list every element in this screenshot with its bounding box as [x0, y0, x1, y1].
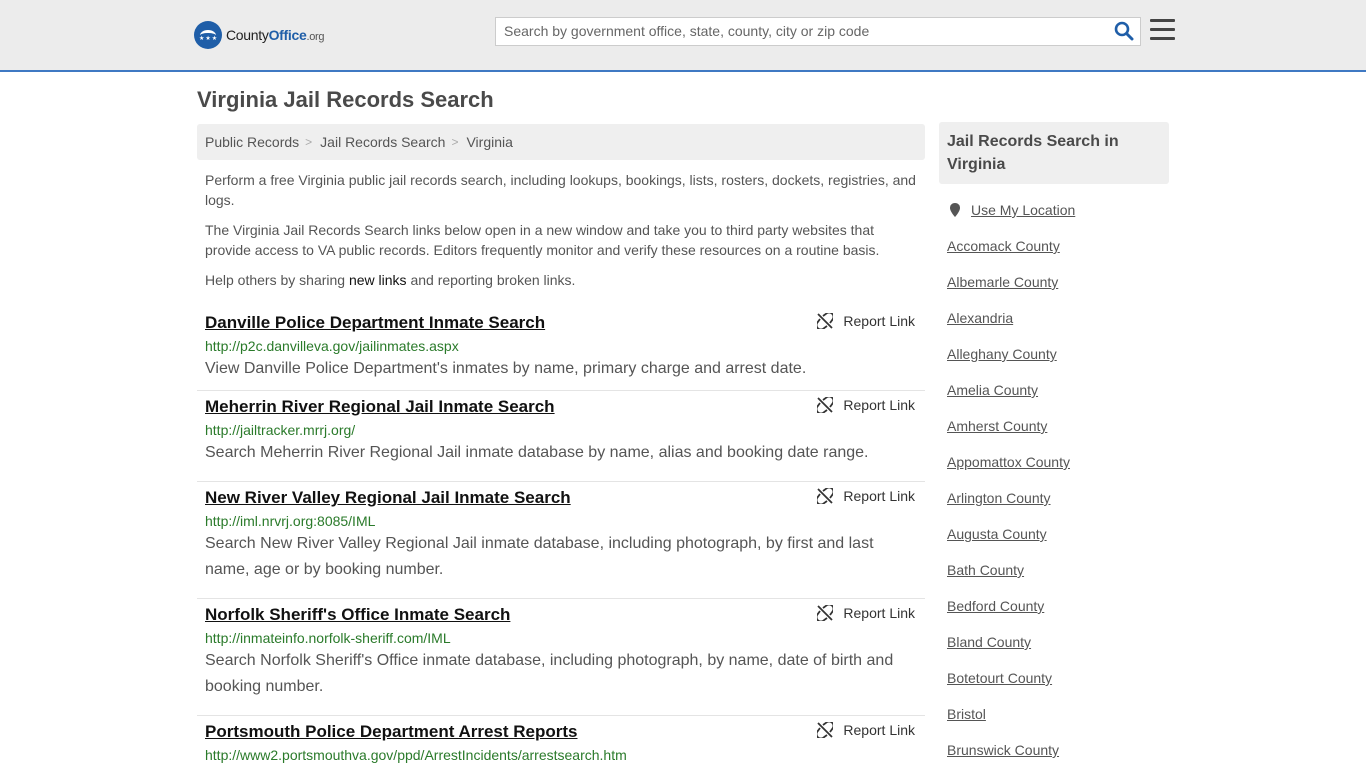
- report-link-button[interactable]: Report Link: [817, 313, 915, 329]
- result-url[interactable]: http://jailtracker.mrrj.org/: [205, 420, 917, 440]
- result-item: Norfolk Sheriff's Office Inmate Search h…: [197, 599, 925, 716]
- result-description: Search Meherrin River Regional Jail inma…: [205, 444, 869, 461]
- logo-text: CountyOffice.org: [226, 27, 325, 43]
- intro-paragraph-2: The Virginia Jail Records Search links b…: [205, 222, 880, 258]
- sidebar-link-accomack-county[interactable]: Accomack County: [947, 236, 1167, 256]
- sidebar-link-arlington-county[interactable]: Arlington County: [947, 488, 1167, 508]
- search-icon[interactable]: [1114, 21, 1134, 41]
- broken-link-icon: [817, 722, 834, 738]
- site-header: CountyOffice.org: [0, 0, 1366, 72]
- results-list: Danville Police Department Inmate Search…: [197, 307, 925, 780]
- result-item: Portsmouth Police Department Arrest Repo…: [197, 716, 925, 780]
- intro-paragraph-3: Help others by sharing new links and rep…: [205, 272, 576, 288]
- sidebar-link-alexandria[interactable]: Alexandria: [947, 308, 1167, 328]
- result-title-link[interactable]: Norfolk Sheriff's Office Inmate Search: [205, 605, 917, 625]
- report-link-button[interactable]: Report Link: [817, 722, 915, 738]
- result-title-link[interactable]: Danville Police Department Inmate Search: [205, 313, 917, 333]
- seal-icon: [194, 21, 222, 49]
- breadcrumb-public-records[interactable]: Public Records: [197, 134, 299, 150]
- location-pin-icon: [950, 203, 960, 217]
- report-link-button[interactable]: Report Link: [817, 605, 915, 621]
- sidebar-link-amherst-county[interactable]: Amherst County: [947, 416, 1167, 436]
- result-url[interactable]: http://inmateinfo.norfolk-sheriff.com/IM…: [205, 628, 917, 648]
- sidebar-link-albemarle-county[interactable]: Albemarle County: [947, 272, 1167, 292]
- new-links-link[interactable]: new links: [349, 272, 407, 288]
- broken-link-icon: [817, 397, 834, 413]
- breadcrumb: Public Records > Jail Records Search > V…: [197, 124, 925, 160]
- result-description: View Danville Police Department's inmate…: [205, 360, 807, 377]
- search-bar: [495, 17, 1141, 46]
- sidebar-link-augusta-county[interactable]: Augusta County: [947, 524, 1167, 544]
- broken-link-icon: [817, 313, 834, 329]
- use-my-location-link[interactable]: Use My Location: [971, 200, 1075, 220]
- report-link-button[interactable]: Report Link: [817, 397, 915, 413]
- result-title-link[interactable]: Meherrin River Regional Jail Inmate Sear…: [205, 397, 917, 417]
- sidebar-link-amelia-county[interactable]: Amelia County: [947, 380, 1167, 400]
- sidebar-heading-box: Jail Records Search in Virginia: [939, 122, 1169, 184]
- result-url[interactable]: http://www2.portsmouthva.gov/ppd/ArrestI…: [205, 745, 917, 765]
- result-url[interactable]: http://p2c.danvilleva.gov/jailinmates.as…: [205, 336, 917, 356]
- sidebar-heading: Jail Records Search in Virginia: [947, 133, 1119, 173]
- result-url[interactable]: http://iml.nrvrj.org:8085/IML: [205, 511, 917, 531]
- breadcrumb-separator: >: [305, 135, 313, 149]
- sidebar-link-bath-county[interactable]: Bath County: [947, 560, 1167, 580]
- sidebar-link-botetourt-county[interactable]: Botetourt County: [947, 668, 1167, 688]
- countyoffice-logo[interactable]: CountyOffice.org: [194, 20, 325, 50]
- page-title: Virginia Jail Records Search: [197, 87, 494, 112]
- result-item: Meherrin River Regional Jail Inmate Sear…: [197, 391, 925, 482]
- sidebar-link-bedford-county[interactable]: Bedford County: [947, 596, 1167, 616]
- result-item: New River Valley Regional Jail Inmate Se…: [197, 482, 925, 599]
- intro-paragraph-1: Perform a free Virginia public jail reco…: [205, 172, 916, 208]
- sidebar-link-brunswick-county[interactable]: Brunswick County: [947, 740, 1167, 760]
- broken-link-icon: [817, 488, 834, 504]
- result-title-link[interactable]: Portsmouth Police Department Arrest Repo…: [205, 722, 917, 742]
- breadcrumb-separator: >: [451, 135, 459, 149]
- breadcrumb-jail-records-search[interactable]: Jail Records Search: [312, 134, 445, 150]
- sidebar-link-alleghany-county[interactable]: Alleghany County: [947, 344, 1167, 364]
- sidebar-county-list: Use My Location Accomack County Albemarl…: [947, 200, 1167, 776]
- search-input[interactable]: [496, 18, 1104, 43]
- result-title-link[interactable]: New River Valley Regional Jail Inmate Se…: [205, 488, 917, 508]
- result-description: Search Norfolk Sheriff's Office inmate d…: [205, 652, 894, 695]
- result-item: Danville Police Department Inmate Search…: [197, 307, 925, 391]
- report-link-button[interactable]: Report Link: [817, 488, 915, 504]
- sidebar-link-appomattox-county[interactable]: Appomattox County: [947, 452, 1167, 472]
- broken-link-icon: [817, 605, 834, 621]
- result-description: Search New River Valley Regional Jail in…: [205, 535, 874, 578]
- use-my-location[interactable]: Use My Location: [947, 200, 1167, 220]
- breadcrumb-virginia[interactable]: Virginia: [458, 134, 512, 150]
- sidebar-link-bristol[interactable]: Bristol: [947, 704, 1167, 724]
- hamburger-menu-icon[interactable]: [1150, 19, 1175, 41]
- sidebar-link-bland-county[interactable]: Bland County: [947, 632, 1167, 652]
